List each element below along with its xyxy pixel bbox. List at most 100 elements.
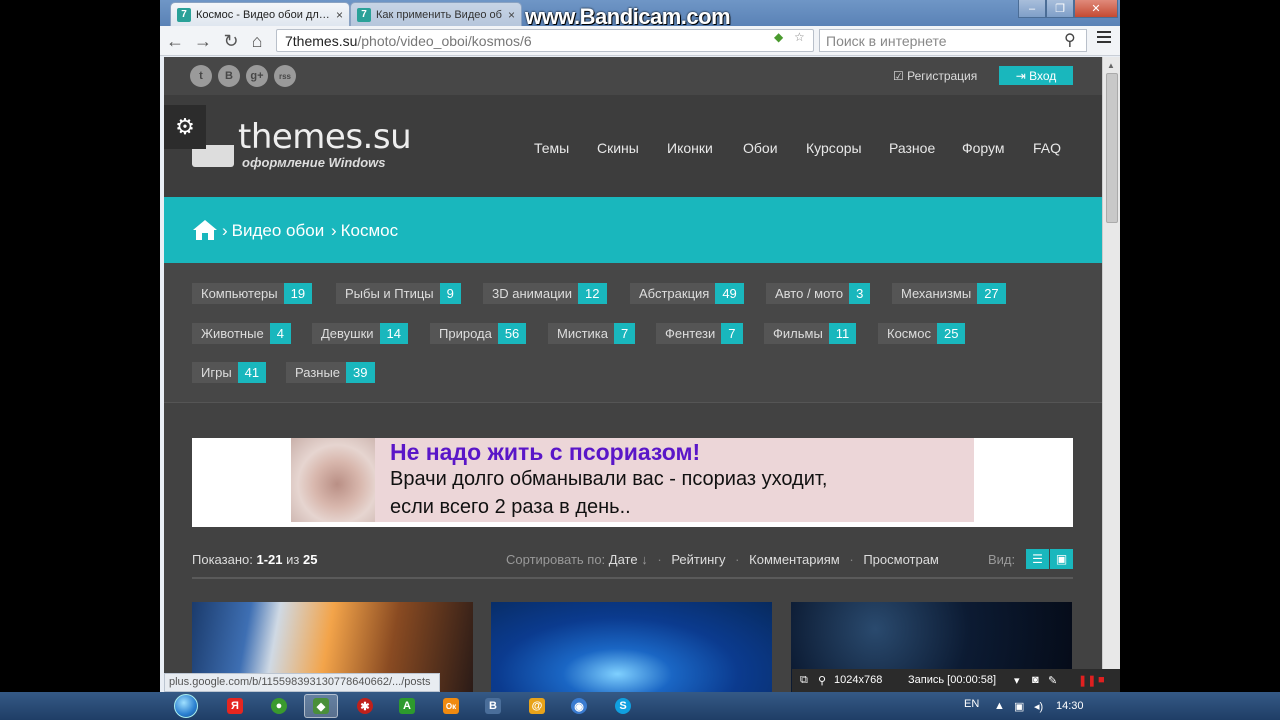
address-bar[interactable]: 7themes.su/photo/video_oboi/kosmos/6 [276,29,814,52]
language-indicator[interactable]: EN [964,698,979,710]
sort-by-date[interactable]: Дате [609,552,638,567]
sort-by-comments[interactable]: Комментариям [749,552,840,567]
logo-text[interactable]: themes.su [238,117,412,157]
taskbar-app[interactable]: В [476,694,510,718]
taskbar-app[interactable]: @ [520,694,554,718]
dropdown-icon[interactable]: ▾ [1014,674,1020,687]
rss-icon[interactable]: rss [274,65,296,87]
web-search-input[interactable]: Поиск в интернете [819,29,1087,52]
category-item[interactable]: Животные 4 [192,323,291,344]
taskbar-app[interactable]: Ок [434,694,468,718]
nav-item-themes[interactable]: Темы [534,140,569,156]
google-plus-icon[interactable]: g+ [246,65,268,87]
tab-active[interactable]: 7 Космос - Видео обои дл… × [170,2,350,26]
register-link[interactable]: ☑ Регистрация [893,69,977,83]
network-icon[interactable]: ▣ [1014,700,1024,713]
extension-icon[interactable]: ◆ [774,30,783,44]
gear-icon[interactable]: ⚙ [164,105,206,149]
camera-icon[interactable]: ◙ [1032,674,1039,686]
reload-icon[interactable]: ↻ [220,30,242,52]
nav-item-misc[interactable]: Разное [889,140,935,156]
nav-item-icons[interactable]: Иконки [667,140,713,156]
twitter-icon[interactable]: t [190,65,212,87]
login-button[interactable]: ⇥ Вход [999,66,1073,85]
breadcrumb-item-video-wallpapers[interactable]: Видео обои [232,221,325,240]
page-scrollbar[interactable]: ▲ [1102,57,1120,692]
category-name: Фильмы [764,323,829,344]
category-item[interactable]: Девушки 14 [312,323,409,344]
category-item[interactable]: Механизмы 27 [892,283,1006,304]
breadcrumb-item-space[interactable]: Космос [341,221,399,240]
volume-icon[interactable]: ◂) [1034,700,1043,713]
sort-separator: · [657,552,662,567]
category-item[interactable]: 3D анимации 12 [483,283,607,304]
results-of: из [286,552,300,567]
home-icon[interactable] [192,219,218,241]
scrollbar-thumb[interactable] [1106,73,1118,223]
start-button[interactable] [166,692,206,720]
sort-by-rating[interactable]: Рейтингу [671,552,725,567]
taskbar-app[interactable]: ● [262,694,296,718]
home-page-icon[interactable]: ⌂ [246,30,268,52]
clock[interactable]: 14:30 [1056,700,1084,712]
tab-close-icon[interactable]: × [508,8,515,22]
nav-item-wallpapers[interactable]: Обои [743,140,778,156]
taskbar-app[interactable]: ◉ [562,694,596,718]
back-arrow-icon[interactable]: ← [164,30,186,52]
category-item[interactable]: Игры 41 [192,362,267,383]
list-view-icon[interactable]: ☰ [1026,549,1049,569]
category-name: Девушки [312,323,380,344]
taskbar-app[interactable]: A [390,694,424,718]
category-count: 56 [497,323,527,344]
tab-close-icon[interactable]: × [336,8,343,22]
sort-separator: · [735,552,740,567]
category-item[interactable]: Космос 25 [878,323,966,344]
wallpaper-thumbnail[interactable] [491,602,772,692]
bookmark-star-icon[interactable]: ☆ [794,30,805,44]
grid-view-icon[interactable]: ▣ [1050,549,1073,569]
taskbar-app[interactable]: S [606,694,640,718]
vk-icon[interactable]: B [218,65,240,87]
zoom-icon[interactable]: ⚲ [818,674,826,687]
close-button[interactable]: ✕ [1074,0,1118,18]
category-item[interactable]: Природа 56 [430,323,527,344]
opera-icon: ✱ [357,698,373,714]
ad-headline[interactable]: Не надо жить с псориазом! [390,439,700,466]
view-label: Вид: [988,552,1016,567]
tab-inactive[interactable]: 7 Как применить Видео об… × [350,2,522,26]
web-page: t B g+ rss ☑ Регистрация ⇥ Вход themes.s… [164,57,1102,692]
category-item[interactable]: Рыбы и Птицы 9 [336,283,461,304]
sort-by-views[interactable]: Просмотрам [863,552,939,567]
ad-banner[interactable]: Не надо жить с псориазом! Врачи долго об… [192,438,1073,527]
forward-arrow-icon[interactable]: → [192,30,214,52]
category-item[interactable]: Абстракция 49 [630,283,744,304]
taskbar-app[interactable]: Я [218,694,252,718]
taskbar-app-active[interactable]: ◆ [304,694,338,718]
category-item[interactable]: Фентези 7 [656,323,743,344]
window-icon[interactable]: ⧉ [800,674,808,687]
taskbar-app[interactable]: ✱ [348,694,382,718]
ad-image[interactable] [291,438,375,522]
nav-item-cursors[interactable]: Курсоры [806,140,862,156]
nav-item-skins[interactable]: Скины [597,140,639,156]
url-host: 7themes.su [285,33,358,49]
maximize-button[interactable]: ❐ [1046,0,1074,18]
category-item[interactable]: Разные 39 [286,362,375,383]
menu-icon[interactable] [1097,31,1111,45]
nav-item-forum[interactable]: Форум [962,140,1005,156]
search-icon[interactable]: ⚲ [1064,30,1076,50]
category-item[interactable]: Мистика 7 [548,323,636,344]
tray-arrow-icon[interactable]: ▲ [994,700,1005,712]
category-item[interactable]: Авто / мото 3 [766,283,871,304]
category-name: Игры [192,362,238,383]
nav-item-faq[interactable]: FAQ [1033,140,1061,156]
category-item[interactable]: Фильмы 11 [764,323,857,344]
site-favicon-icon: 7 [357,7,371,22]
pause-icon[interactable]: ❚❚ [1078,674,1096,687]
pencil-icon[interactable]: ✎ [1048,674,1057,687]
breadcrumb-separator: › [222,221,228,240]
category-item[interactable]: Компьютеры 19 [192,283,313,304]
stop-icon[interactable]: ■ [1098,674,1105,686]
scroll-up-icon[interactable]: ▲ [1107,61,1115,70]
minimize-button[interactable]: – [1018,0,1046,18]
